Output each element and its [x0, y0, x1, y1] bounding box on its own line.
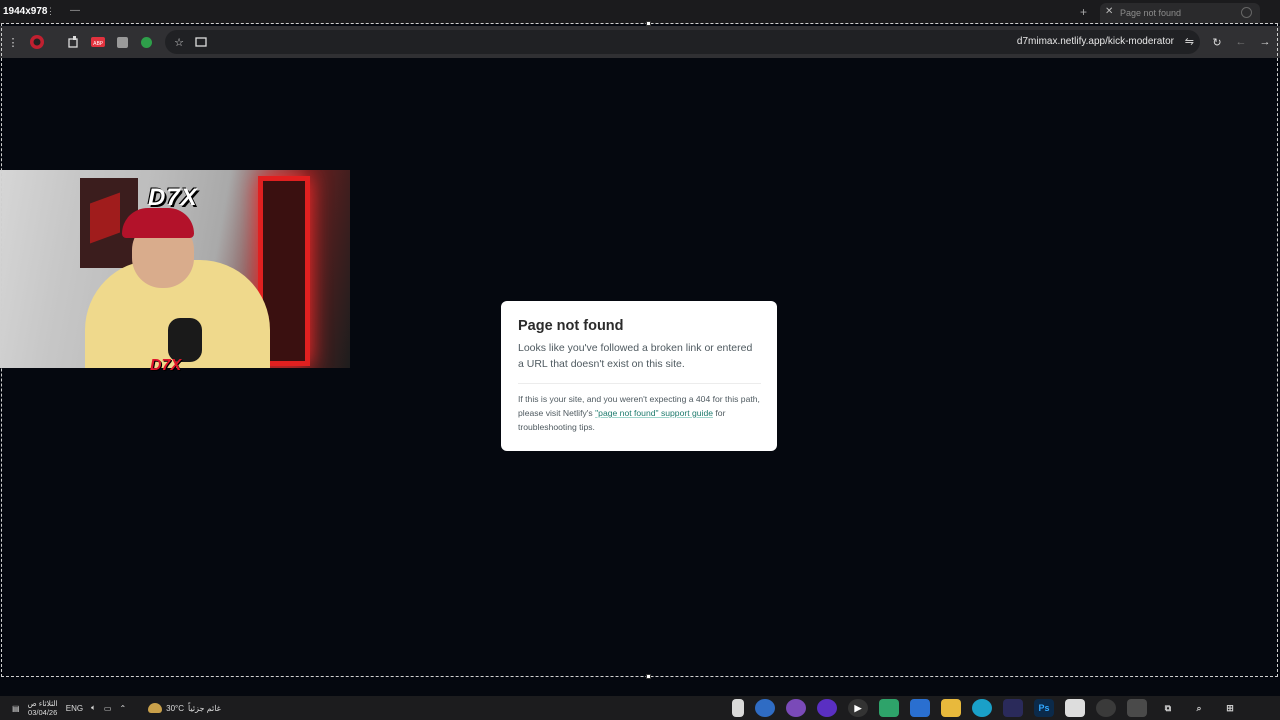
forward-icon[interactable]: ← [1233, 34, 1249, 50]
tab-page-not-found[interactable]: ✕ Page not found [1100, 3, 1260, 23]
bookmark-star-icon[interactable]: ☆ [171, 34, 187, 50]
translate-icon[interactable] [114, 34, 130, 50]
webcam-overlay: D7X [0, 170, 350, 368]
weather-widget[interactable]: 30°C غائم جزئياً [148, 703, 221, 713]
help-text: If this is your site, and you weren't ex… [518, 392, 761, 434]
selection-handle-bottom[interactable] [646, 674, 651, 679]
app-gray-icon[interactable] [1127, 699, 1147, 717]
visual-studio-icon[interactable] [910, 699, 930, 717]
notification-icon[interactable]: ▤ [12, 704, 20, 713]
temperature: 30°C [166, 703, 185, 713]
svg-text:ABP: ABP [93, 41, 103, 47]
tab-title: Page not found [1120, 8, 1182, 18]
app-blue-icon[interactable] [1003, 699, 1023, 717]
show-hidden-icons[interactable]: ⌃ [119, 704, 126, 713]
microphone-icon [168, 318, 202, 362]
site-settings-icon[interactable]: ⇋ [1185, 35, 1194, 48]
divider [518, 383, 761, 384]
screenshot-icon[interactable] [193, 34, 209, 50]
support-guide-link[interactable]: "page not found" support guide [595, 408, 713, 418]
media-player-icon[interactable]: ▶ [848, 699, 868, 717]
start-icon[interactable]: ⊞ [1220, 699, 1240, 717]
menu-icon[interactable]: ⋮ [5, 34, 21, 50]
chrome-icon[interactable] [1096, 699, 1116, 717]
page-title: Page not found [518, 318, 624, 334]
extension-green-icon[interactable] [138, 34, 154, 50]
browser-tab-strip: 1944x978 ⋮ — + ✕ Page not found [0, 0, 1280, 24]
edge-icon[interactable] [972, 699, 992, 717]
mail-icon[interactable] [755, 699, 775, 717]
screen: 1944x978 ⋮ — + ✕ Page not found ⋮ ABP ☆ [0, 0, 1280, 720]
search-icon[interactable]: ⌕ [1189, 699, 1209, 717]
volume-icon[interactable]: 🔈︎ [91, 703, 96, 713]
clock-date: 03/04/26 [28, 708, 58, 717]
profile-avatar[interactable] [29, 34, 45, 50]
taskbar-apps: ▶ Ps ⧉ ⌕ ⊞ [732, 699, 1240, 717]
weather-icon [148, 703, 163, 713]
photoshop-icon[interactable]: Ps [1034, 699, 1054, 717]
clock[interactable]: الثلاثاء ص 03/04/26 [28, 699, 58, 717]
globe-icon [1241, 7, 1252, 18]
network-icon[interactable]: ▭ [104, 704, 112, 713]
reload-icon[interactable]: ↻ [1209, 34, 1225, 50]
lead-text: Looks like you've followed a broken link… [518, 342, 753, 370]
channel-logo-small: D7X [150, 357, 182, 374]
app-white-icon[interactable] [1065, 699, 1085, 717]
minimize-icon[interactable]: — [70, 5, 80, 16]
browser-toolbar: ⋮ ABP ☆ d7mimax.netlify.app/kick-moderat… [0, 26, 1280, 58]
taskbar: ▤ الثلاثاء ص 03/04/26 ENG 🔈︎ ▭ ⌃ 30°C غا… [0, 696, 1280, 720]
obs-icon[interactable] [817, 699, 837, 717]
language-indicator[interactable]: ENG [66, 704, 83, 713]
app-purple-icon[interactable] [786, 699, 806, 717]
not-found-card: Page not found Looks like you've followe… [501, 301, 777, 451]
adblock-icon[interactable]: ABP [90, 34, 106, 50]
weather-text: غائم جزئياً [188, 703, 221, 713]
clock-time: الثلاثاء ص [27, 699, 58, 708]
android-icon[interactable] [879, 699, 899, 717]
address-bar[interactable]: ☆ d7mimax.netlify.app/kick-moderator ⇋ [165, 30, 1200, 54]
file-icon[interactable] [732, 699, 744, 717]
url-text[interactable]: d7mimax.netlify.app/kick-moderator [1017, 36, 1174, 47]
taskbar-tray: ▤ الثلاثاء ص 03/04/26 ENG 🔈︎ ▭ ⌃ 30°C غا… [12, 699, 221, 717]
task-view-icon[interactable]: ⧉ [1158, 699, 1178, 717]
red-cap [122, 208, 194, 238]
back-icon[interactable]: → [1257, 34, 1273, 50]
extensions-icon[interactable] [66, 34, 82, 50]
channel-logo: D7X [148, 184, 198, 211]
new-tab-icon[interactable]: + [1080, 5, 1087, 19]
more-icon[interactable]: ⋮ [46, 6, 55, 17]
close-tab-icon[interactable]: ✕ [1105, 6, 1113, 17]
file-explorer-icon[interactable] [941, 699, 961, 717]
dimensions-label: 1944x978 [3, 6, 48, 17]
